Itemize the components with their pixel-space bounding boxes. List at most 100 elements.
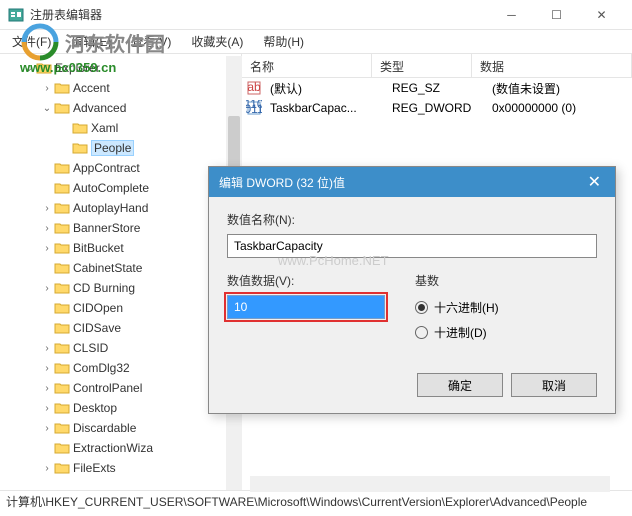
svg-text:011: 011 — [246, 102, 262, 116]
window-title: 注册表编辑器 — [30, 6, 489, 23]
tree-label: FileExts — [73, 461, 116, 475]
tree-toggle-icon[interactable]: › — [40, 423, 54, 434]
menu-view[interactable]: 查看(V) — [125, 31, 177, 52]
value-label: 数值数据(V): — [227, 272, 385, 289]
tree-toggle-icon[interactable]: › — [40, 83, 54, 94]
col-data[interactable]: 数据 — [472, 54, 632, 77]
folder-icon — [54, 401, 70, 415]
tree-toggle-icon[interactable]: › — [40, 463, 54, 474]
radio-hex[interactable]: 十六进制(H) — [415, 299, 499, 316]
tree-node-bitbucket[interactable]: › BitBucket — [4, 238, 241, 258]
tree-node-people[interactable]: People — [4, 138, 241, 158]
tree-label: CabinetState — [73, 261, 142, 275]
list-row[interactable]: ab(默认)REG_SZ(数值未设置) — [242, 78, 632, 98]
value-input[interactable] — [227, 295, 385, 319]
tree-toggle-icon[interactable]: › — [40, 383, 54, 394]
tree-toggle-icon[interactable]: › — [40, 403, 54, 414]
folder-icon — [54, 301, 70, 315]
tree-node-extractionwiza[interactable]: ExtractionWiza — [4, 438, 241, 458]
tree-node-autoplayhand[interactable]: ›AutoplayHand — [4, 198, 241, 218]
tree-toggle-icon[interactable]: › — [40, 363, 54, 374]
tree-node-explorer[interactable]: ⌄ Explorer — [4, 58, 241, 78]
tree-node-fileexts[interactable]: › FileExts — [4, 458, 241, 478]
cell-data: 0x00000000 (0) — [488, 101, 580, 115]
tree-node-desktop[interactable]: ›Desktop — [4, 398, 241, 418]
menu-file[interactable]: 文件(F) — [6, 31, 57, 52]
list-header: 名称 类型 数据 — [242, 54, 632, 78]
col-type[interactable]: 类型 — [372, 54, 472, 77]
tree-toggle-icon[interactable]: › — [40, 223, 54, 234]
folder-icon — [54, 221, 70, 235]
menu-edit[interactable]: 编辑(E) — [65, 31, 117, 52]
folder-icon — [72, 141, 88, 155]
folder-icon — [54, 321, 70, 335]
tree-node-advanced[interactable]: ⌄ Advanced — [4, 98, 241, 118]
radio-hex-icon — [415, 301, 428, 314]
tree-label: Advanced — [73, 101, 126, 115]
tree-label: BannerStore — [73, 221, 140, 235]
minimize-button[interactable]: ─ — [489, 1, 534, 29]
col-name[interactable]: 名称 — [242, 54, 372, 77]
binary-icon: 110011 — [246, 100, 262, 116]
dialog-title: 编辑 DWORD (32 位)值 — [219, 174, 584, 191]
tree-label: ControlPanel — [73, 381, 142, 395]
tree-node-cabinetstate[interactable]: CabinetState — [4, 258, 241, 278]
tree-panel: ⌄Explorer›Accent⌄AdvancedXamlPeopleAppCo… — [0, 54, 242, 490]
folder-icon — [54, 161, 70, 175]
cell-name: TaskbarCapac... — [266, 101, 388, 115]
tree-toggle-icon[interactable]: ⌄ — [22, 63, 36, 74]
folder-icon — [54, 181, 70, 195]
radio-dec[interactable]: 十进制(D) — [415, 324, 499, 341]
ok-button[interactable]: 确定 — [417, 373, 503, 397]
tree-node-accent[interactable]: › Accent — [4, 78, 241, 98]
folder-icon — [72, 121, 88, 135]
list-row[interactable]: 110011 TaskbarCapac...REG_DWORD0x00000000… — [242, 98, 632, 118]
cancel-button[interactable]: 取消 — [511, 373, 597, 397]
tree-node-xaml[interactable]: Xaml — [4, 118, 241, 138]
menu-help[interactable]: 帮助(H) — [257, 31, 310, 52]
tree-label: Accent — [73, 81, 110, 95]
status-path: 计算机\HKEY_CURRENT_USER\SOFTWARE\Microsoft… — [6, 493, 587, 510]
list-scrollbar-h[interactable] — [250, 476, 610, 492]
tree-label: Xaml — [91, 121, 118, 135]
radio-group: 十六进制(H) 十进制(D) — [415, 299, 499, 349]
cell-type: REG_DWORD — [388, 101, 488, 115]
string-icon: ab — [246, 80, 262, 96]
tree-label: CIDOpen — [73, 301, 123, 315]
menu-favorites[interactable]: 收藏夹(A) — [185, 31, 249, 52]
tree-node-discardable[interactable]: › Discardable — [4, 418, 241, 438]
tree-label: Discardable — [73, 421, 136, 435]
base-label: 基数 — [415, 272, 499, 289]
tree-label: Explorer — [55, 61, 100, 75]
tree-node-controlpanel[interactable]: › ControlPanel — [4, 378, 241, 398]
maximize-button[interactable]: ☐ — [534, 1, 579, 29]
tree-node-cidopen[interactable]: CIDOpen — [4, 298, 241, 318]
folder-icon — [54, 341, 70, 355]
menubar: 文件(F) 编辑(E) 查看(V) 收藏夹(A) 帮助(H) — [0, 30, 632, 54]
tree-toggle-icon[interactable]: › — [40, 343, 54, 354]
tree-node-comdlg32[interactable]: ›ComDlg32 — [4, 358, 241, 378]
edit-dword-dialog: 编辑 DWORD (32 位)值 ✕ 数值名称(N): 数值数据(V): 基数 … — [208, 166, 616, 414]
dialog-close-button[interactable]: ✕ — [584, 172, 605, 192]
tree-node-cd-burning[interactable]: ›CD Burning — [4, 278, 241, 298]
tree-toggle-icon[interactable]: › — [40, 203, 54, 214]
tree-node-bannerstore[interactable]: › BannerStore — [4, 218, 241, 238]
name-input[interactable] — [227, 234, 597, 258]
folder-icon — [54, 461, 70, 475]
dialog-titlebar[interactable]: 编辑 DWORD (32 位)值 ✕ — [209, 167, 615, 197]
tree-label: BitBucket — [73, 241, 124, 255]
tree-node-autocomplete[interactable]: AutoComplete — [4, 178, 241, 198]
tree-toggle-icon[interactable]: › — [40, 283, 54, 294]
folder-icon — [54, 101, 70, 115]
tree-node-cidsave[interactable]: CIDSave — [4, 318, 241, 338]
tree-toggle-icon[interactable]: › — [40, 243, 54, 254]
folder-icon — [54, 361, 70, 375]
close-button[interactable]: ✕ — [579, 1, 624, 29]
folder-icon — [36, 61, 52, 75]
tree-node-clsid[interactable]: ›CLSID — [4, 338, 241, 358]
name-label: 数值名称(N): — [227, 211, 597, 228]
cell-type: REG_SZ — [388, 81, 488, 95]
tree-label: CIDSave — [73, 321, 121, 335]
tree-toggle-icon[interactable]: ⌄ — [40, 103, 54, 114]
tree-node-appcontract[interactable]: AppContract — [4, 158, 241, 178]
